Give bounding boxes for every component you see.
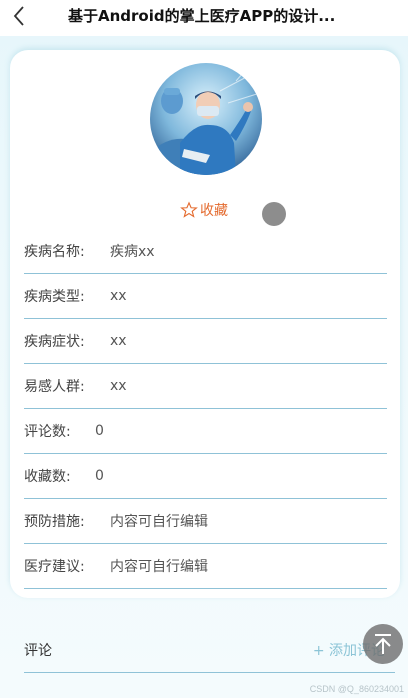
favorite-button[interactable]: 收藏 bbox=[180, 200, 228, 220]
back-icon[interactable] bbox=[8, 4, 32, 28]
disease-image bbox=[150, 63, 262, 175]
detail-value: 内容可自行编辑 bbox=[110, 514, 208, 530]
comments-header: 评论 + 添加评论 bbox=[24, 628, 395, 673]
detail-value: 内容可自行编辑 bbox=[110, 559, 208, 575]
detail-value: xx bbox=[110, 378, 127, 394]
detail-label: 收藏数: bbox=[24, 469, 71, 485]
detail-row-susceptible: 易感人群: xx bbox=[24, 364, 387, 409]
detail-value: 疾病xx bbox=[110, 244, 155, 260]
detail-label: 疾病名称: bbox=[24, 244, 85, 260]
detail-row-name: 疾病名称: 疾病xx bbox=[24, 229, 387, 274]
detail-label: 疾病类型: bbox=[24, 289, 85, 305]
favorite-label: 收藏 bbox=[200, 203, 228, 219]
detail-value: xx bbox=[110, 288, 127, 304]
detail-label: 医疗建议: bbox=[24, 559, 85, 575]
detail-label: 易感人群: bbox=[24, 379, 85, 395]
detail-label: 预防措施: bbox=[24, 514, 85, 530]
detail-value: xx bbox=[110, 333, 127, 349]
arrow-up-icon bbox=[375, 634, 391, 654]
detail-row-type: 疾病类型: xx bbox=[24, 274, 387, 319]
detail-value: 0 bbox=[95, 468, 104, 484]
detail-label: 疾病症状: bbox=[24, 334, 85, 350]
star-icon bbox=[180, 201, 198, 218]
detail-label: 评论数: bbox=[24, 424, 71, 440]
detail-row-prevention: 预防措施: 内容可自行编辑 bbox=[24, 499, 387, 544]
top-bar: 基于Android的掌上医疗APP的设计... bbox=[0, 0, 408, 36]
watermark: CSDN @Q_860234001 bbox=[309, 684, 404, 694]
comments-title: 评论 bbox=[24, 643, 52, 659]
detail-row-favorite-count: 收藏数: 0 bbox=[24, 454, 387, 499]
detail-row-advice: 医疗建议: 内容可自行编辑 bbox=[24, 544, 387, 589]
scroll-to-top-button[interactable] bbox=[363, 624, 403, 664]
detail-value: 0 bbox=[95, 423, 104, 439]
page-title: 基于Android的掌上医疗APP的设计... bbox=[68, 7, 336, 25]
detail-row-symptom: 疾病症状: xx bbox=[24, 319, 387, 364]
floating-dot[interactable] bbox=[262, 202, 286, 226]
detail-row-comment-count: 评论数: 0 bbox=[24, 409, 387, 454]
